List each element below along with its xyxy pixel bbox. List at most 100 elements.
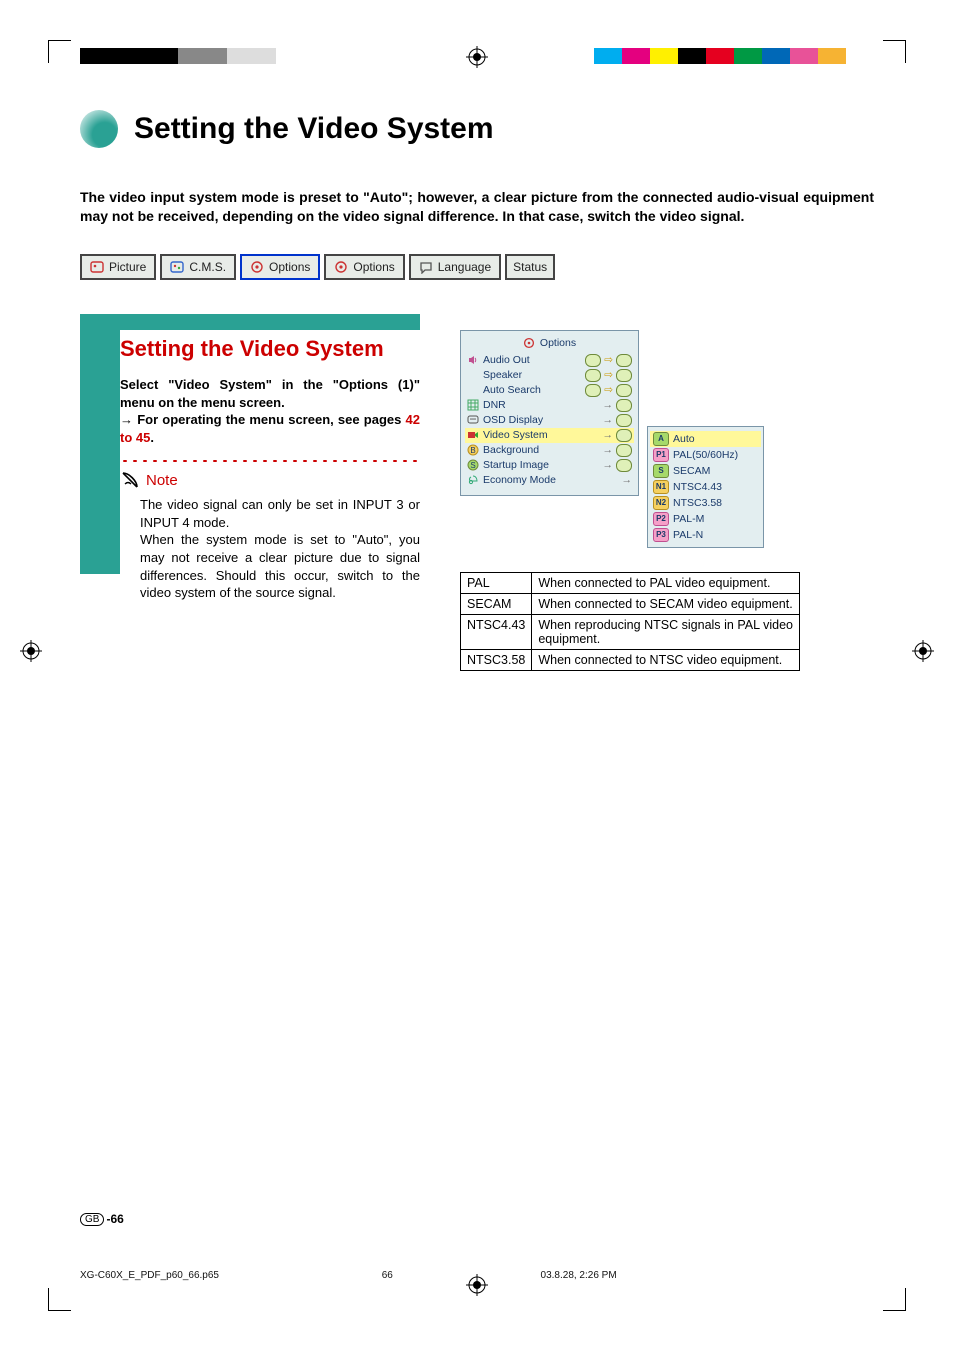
osd-item-indicator: ⇨: [585, 369, 632, 382]
osd-item-indicator: →: [603, 459, 633, 472]
osd-header-label: Options: [540, 337, 576, 349]
menu-tabs: Picture C.M.S. Options Options Language: [80, 254, 874, 280]
instruction-line: Select "Video System" in the "Options (1…: [120, 377, 420, 410]
submenu-badge: P1: [653, 448, 669, 462]
tab-picture: Picture: [80, 254, 156, 280]
options-icon: [250, 260, 264, 274]
osd-item-label: Economy Mode: [483, 474, 556, 486]
eco-icon: [467, 474, 479, 486]
section-subhead: Setting the Video System: [120, 336, 420, 362]
blank-icon: [467, 369, 479, 381]
submenu-badge: P3: [653, 528, 669, 542]
intro-paragraph: The video input system mode is preset to…: [80, 188, 874, 226]
osd-menu-item: Economy Mode →: [467, 473, 632, 487]
screen-icon: [467, 414, 479, 426]
osd-menu-item: Audio Out⇨: [467, 353, 632, 368]
osd-menu-item: OSD Display →: [467, 413, 632, 428]
options-icon: [523, 337, 535, 349]
svg-text:S: S: [470, 461, 475, 470]
table-cell-value: When connected to PAL video equipment.: [532, 572, 800, 593]
page-number-value: -66: [106, 1212, 123, 1226]
submenu-label: SECAM: [673, 465, 710, 477]
note-body: The video signal can only be set in INPU…: [120, 496, 420, 601]
submenu-badge: S: [653, 464, 669, 478]
dotted-divider: [120, 458, 420, 464]
gb-badge: GB: [80, 1213, 104, 1226]
osd-item-indicator: →: [603, 444, 633, 457]
osd-submenu-item: A Auto: [650, 431, 761, 447]
table-row: NTSC4.43When reproducing NTSC signals in…: [461, 614, 800, 649]
submenu-label: Auto: [673, 433, 695, 445]
section-side-tab: [80, 314, 120, 574]
osd-item-label: Startup Image: [483, 459, 549, 471]
osd-item-indicator: ⇨: [585, 354, 632, 367]
submenu-label: PAL(50/60Hz): [673, 449, 738, 461]
page-number: GB -66: [80, 1212, 124, 1226]
print-swatches-right: [594, 48, 874, 64]
crop-mark: [48, 40, 71, 63]
crop-mark: [883, 1288, 906, 1311]
tab-label: Status: [513, 260, 547, 274]
table-row: PALWhen connected to PAL video equipment…: [461, 572, 800, 593]
osd-item-label: OSD Display: [483, 414, 543, 426]
osd-item-label: Video System: [483, 429, 548, 441]
tab-language: Language: [409, 254, 501, 280]
osd-item-indicator: ⇨: [585, 384, 632, 397]
osd-panel-header: Options: [467, 337, 632, 349]
osd-submenu-item: N1 NTSC4.43: [653, 479, 758, 495]
osd-submenu-item: N2 NTSC3.58: [653, 495, 758, 511]
registration-mark-icon: [20, 640, 42, 667]
table-cell-key: NTSC3.58: [461, 649, 532, 670]
b-icon: B: [467, 444, 479, 456]
note-label: Note: [146, 472, 178, 489]
submenu-label: NTSC3.58: [673, 497, 722, 509]
crop-mark: [883, 40, 906, 63]
doc-date: 03.8.28, 2:26 PM: [541, 1270, 874, 1281]
note-icon: [120, 470, 140, 490]
osd-menu-item: Speaker ⇨: [467, 368, 632, 383]
submenu-badge: P2: [653, 512, 669, 526]
osd-item-indicator: →: [622, 474, 633, 486]
tab-cms: C.M.S.: [160, 254, 236, 280]
submenu-label: PAL-M: [673, 513, 704, 525]
registration-mark-icon: [912, 640, 934, 667]
tab-label: Picture: [109, 260, 146, 274]
osd-item-label: Speaker: [483, 369, 522, 381]
submenu-badge: A: [653, 432, 669, 446]
table-cell-value: When connected to NTSC video equipment.: [532, 649, 800, 670]
osd-options-panel: Options Audio Out⇨Speaker ⇨ Auto Search ⇨ DN…: [460, 330, 639, 496]
osd-submenu-item: P1 PAL(50/60Hz): [653, 447, 758, 463]
osd-submenu-item: P2 PAL-M: [653, 511, 758, 527]
doc-page: 66: [382, 1270, 541, 1281]
osd-menu-item: B Background →: [467, 443, 632, 458]
video-icon: [467, 429, 479, 441]
osd-item-label: DNR: [483, 399, 506, 411]
print-swatches-left: [80, 48, 300, 64]
speaker-out-icon: [467, 354, 479, 366]
table-cell-key: NTSC4.43: [461, 614, 532, 649]
instruction-line: .: [150, 430, 154, 445]
picture-icon: [90, 260, 104, 274]
osd-item-label: Background: [483, 444, 539, 456]
right-arrow-icon: →: [120, 412, 137, 427]
submenu-badge: N2: [653, 496, 669, 510]
cms-icon: [170, 260, 184, 274]
crop-mark: [48, 1288, 71, 1311]
submenu-badge: N1: [653, 480, 669, 494]
language-icon: [419, 260, 433, 274]
osd-submenu-item: P3 PAL-N: [653, 527, 758, 543]
submenu-label: NTSC4.43: [673, 481, 722, 493]
tab-options-2: Options: [324, 254, 404, 280]
blank-icon: [467, 384, 479, 396]
osd-item-label: Auto Search: [483, 384, 541, 396]
grid-icon: [467, 399, 479, 411]
osd-video-system-submenu: A Auto P1 PAL(50/60Hz) S SECAM N1 NTSC4.43 N2 NTS…: [647, 426, 764, 548]
registration-mark-icon: [466, 1274, 488, 1301]
osd-menu-item: Auto Search ⇨: [467, 383, 632, 398]
instruction-line: For operating the menu screen, see pages: [137, 412, 405, 427]
page-title: Setting the Video System: [134, 112, 494, 146]
tab-options-1: Options: [240, 254, 320, 280]
submenu-label: PAL-N: [673, 529, 703, 541]
table-row: NTSC3.58When connected to NTSC video equ…: [461, 649, 800, 670]
osd-item-indicator: →: [603, 414, 633, 427]
